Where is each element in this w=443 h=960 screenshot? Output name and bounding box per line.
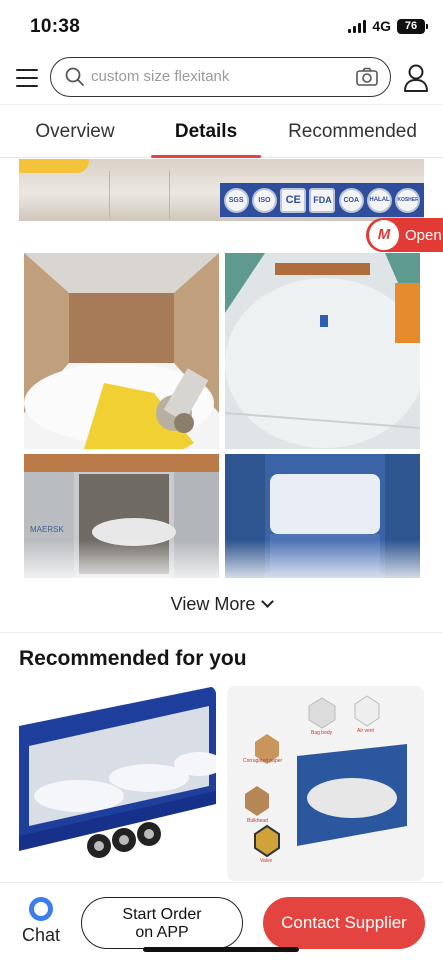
- search-header: [0, 56, 443, 100]
- view-more-button[interactable]: View More: [0, 594, 443, 615]
- cert-badge-fda: FDA: [309, 187, 336, 213]
- start-order-label: Start Order: [122, 906, 202, 923]
- component-label-valve: Valve: [260, 858, 273, 864]
- cert-badge-sgs: SGS: [223, 187, 249, 213]
- start-order-button[interactable]: Start Order on APP: [81, 897, 243, 949]
- component-label-vent: Air vent: [357, 728, 374, 734]
- status-bar: 10:38 4G 76: [0, 0, 443, 52]
- view-more-label: View More: [170, 594, 256, 614]
- user-icon[interactable]: [403, 64, 429, 92]
- open-label: Open: [405, 226, 442, 244]
- section-divider: [0, 632, 443, 633]
- cert-badge-kosher: KOSHER: [395, 187, 421, 213]
- cert-badge-halal: HALAL: [367, 187, 393, 213]
- tab-recommended[interactable]: Recommended: [262, 105, 443, 157]
- menu-icon[interactable]: [16, 69, 38, 87]
- container-interior-photo: [24, 253, 219, 449]
- truck-flexitank-image: [19, 686, 216, 881]
- chevron-down-icon: [261, 595, 275, 608]
- network-type: 4G: [372, 18, 391, 34]
- signal-icon: [348, 19, 367, 33]
- chat-icon: [29, 897, 53, 921]
- svg-text:MAERSK: MAERSK: [30, 525, 64, 534]
- flexitank-components-image: [227, 686, 424, 881]
- tab-overview[interactable]: Overview: [0, 105, 150, 157]
- recommended-title: Recommended for you: [19, 647, 247, 670]
- tab-details[interactable]: Details: [150, 105, 262, 158]
- strip-divider: [169, 171, 170, 219]
- search-input[interactable]: [91, 58, 351, 95]
- battery-level: 76: [404, 19, 418, 32]
- recommended-product-card[interactable]: [19, 686, 216, 881]
- component-label-bag: Bag body: [311, 730, 333, 736]
- component-label-paper: Corrugated paper: [243, 758, 283, 764]
- certification-bar: SGS ISO CE FDA COA HALAL KOSHER: [220, 183, 424, 217]
- product-photo-container-interior[interactable]: [24, 253, 219, 449]
- camera-icon[interactable]: [356, 67, 378, 87]
- open-app-badge[interactable]: M Open: [366, 218, 443, 252]
- product-photo-flexitank-top[interactable]: [225, 253, 420, 449]
- recommended-product-card[interactable]: Corrugated paper Bag body Air vent Bulkh…: [227, 686, 424, 881]
- home-indicator: [143, 947, 299, 952]
- strip-divider: [109, 171, 110, 219]
- status-indicators: 4G 76: [348, 18, 428, 34]
- battery-icon: 76: [397, 18, 428, 34]
- cert-badge-coa: COA: [338, 187, 364, 213]
- flexitank-top-photo: [225, 253, 420, 449]
- status-time: 10:38: [30, 16, 81, 37]
- content-fade: [0, 540, 443, 588]
- detail-tabs: Overview Details Recommended: [0, 104, 443, 158]
- cert-badge-ce: CE: [280, 187, 307, 213]
- start-order-sublabel: on APP: [135, 924, 189, 941]
- chat-button[interactable]: Chat: [18, 897, 64, 946]
- search-bar[interactable]: [50, 57, 391, 97]
- chat-label: Chat: [21, 925, 61, 945]
- brand-logo-icon: M: [369, 220, 399, 250]
- product-detail-image: SGS ISO CE FDA COA HALAL KOSHER: [19, 159, 424, 221]
- component-label-bulkhead: Bulkhead: [247, 818, 268, 824]
- search-icon: [65, 67, 84, 86]
- contact-supplier-button[interactable]: Contact Supplier: [263, 897, 425, 949]
- cert-badge-iso: ISO: [251, 187, 277, 213]
- hose-graphic: [19, 159, 89, 173]
